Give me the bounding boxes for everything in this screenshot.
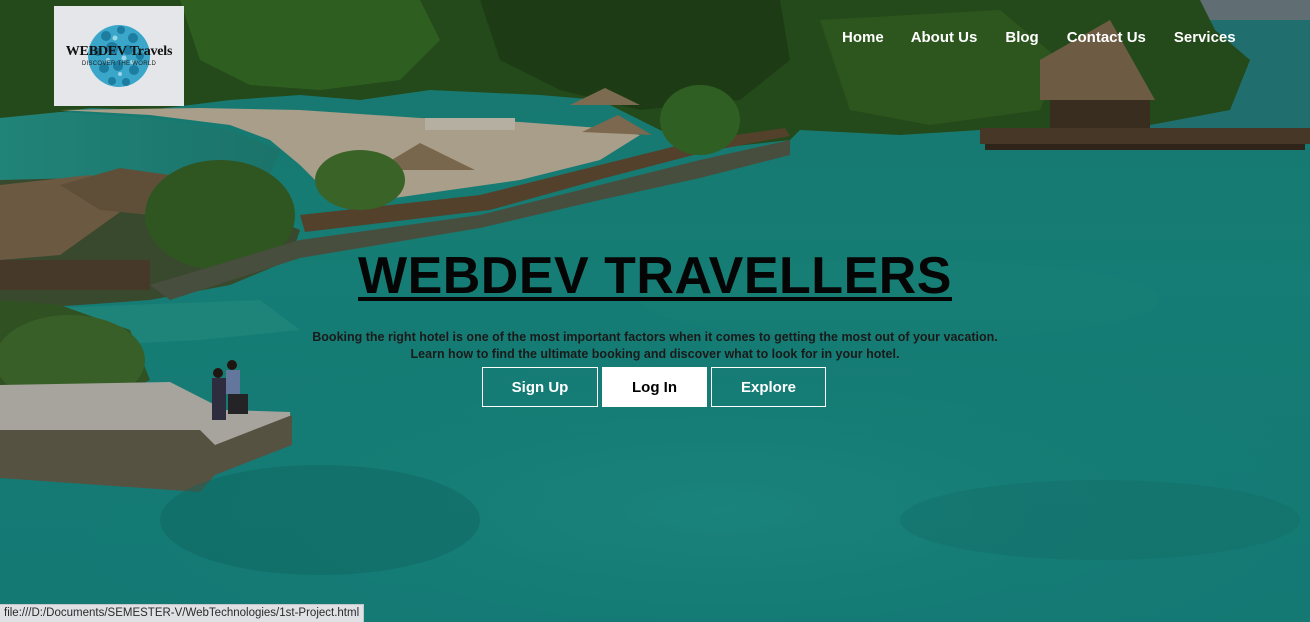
logo-brand-text: WEBDEV Travels	[65, 44, 173, 59]
hero-overlay	[0, 0, 1310, 622]
explore-button[interactable]: Explore	[711, 367, 826, 407]
hero-button-group: Sign Up Log In Explore	[482, 367, 826, 407]
sign-up-button[interactable]: Sign Up	[482, 367, 598, 407]
hero-description: Booking the right hotel is one of the mo…	[0, 329, 1310, 363]
hero-description-line-1: Booking the right hotel is one of the mo…	[312, 330, 998, 344]
nav-about-us-link[interactable]: About Us	[911, 29, 978, 46]
hero-title: WEBDEV TRAVELLERS	[0, 246, 1310, 306]
hero-title-text: WEBDEV TRAVELLERS	[357, 247, 952, 305]
browser-status-bar-url: file:///D:/Documents/SEMESTER-V/WebTechn…	[0, 604, 365, 622]
logo-tagline: DISCOVER THE WORLD	[81, 61, 157, 67]
hero-background-image	[0, 0, 1310, 622]
main-navigation: Home About Us Blog Contact Us Services	[842, 29, 1236, 46]
nav-services-link[interactable]: Services	[1174, 29, 1236, 46]
hero-description-line-2: Learn how to find the ultimate booking a…	[410, 347, 900, 361]
log-in-button[interactable]: Log In	[602, 367, 707, 407]
site-logo[interactable]: WEBDEV Travels DISCOVER THE WORLD	[54, 6, 184, 106]
nav-blog-link[interactable]: Blog	[1005, 29, 1038, 46]
nav-contact-us-link[interactable]: Contact Us	[1067, 29, 1146, 46]
nav-home-link[interactable]: Home	[842, 29, 884, 46]
